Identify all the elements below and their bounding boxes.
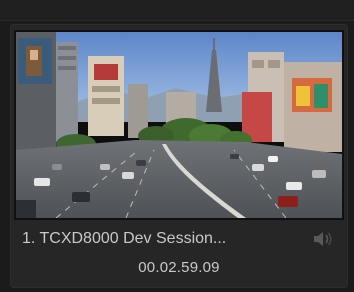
clip-timecode: 00.02.59.09 [138,259,220,276]
top-toolbar [0,0,354,21]
clip-card[interactable]: 1. TCXD8000 Dev Session... 00.02.59.09 [10,24,348,288]
clip-title: 1. TCXD8000 Dev Session... [22,230,227,247]
speaker-icon[interactable] [312,230,334,248]
thumbnail-image [16,32,342,218]
clip-thumbnail[interactable] [14,30,344,220]
